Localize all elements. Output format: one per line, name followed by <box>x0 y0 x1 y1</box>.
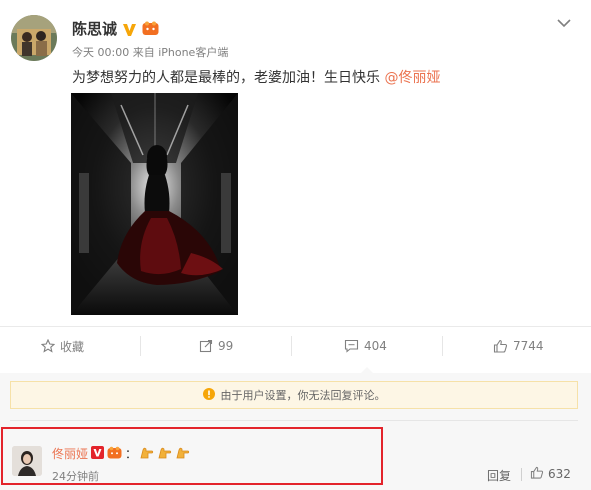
favorite-button[interactable]: 收藏 <box>41 333 84 359</box>
action-separator <box>291 336 292 356</box>
comment-button[interactable]: 404 <box>344 333 387 359</box>
comment-like-count: 632 <box>548 467 571 481</box>
weibo-post-card: 陈思诚 今天 00:00 来自 iPhone客户端 为梦想努力的人都是最棒的，老… <box>0 0 591 490</box>
comment-row: 佟丽娅 ： <box>52 444 194 463</box>
comment-colon: ： <box>125 447 138 461</box>
star-icon <box>41 339 55 353</box>
action-separator <box>140 336 141 356</box>
action-divider <box>0 326 591 327</box>
info-icon <box>202 387 215 403</box>
comment-action-separator <box>521 468 522 481</box>
member-badge-icon[interactable] <box>142 21 159 36</box>
author-avatar[interactable] <box>11 15 57 61</box>
post-text: 为梦想努力的人都是最棒的，老婆加油！生日快乐 @佟丽娅 <box>72 67 440 87</box>
like-button[interactable]: 7744 <box>493 333 544 359</box>
mention-link[interactable]: @佟丽娅 <box>384 70 440 86</box>
commenter-name[interactable]: 佟丽娅 <box>52 445 88 462</box>
favorite-label: 收藏 <box>60 339 85 354</box>
comment-time: 24分钟前 <box>52 470 99 483</box>
comment-icon <box>344 339 359 353</box>
vip-badge-icon[interactable] <box>122 22 137 36</box>
repost-button[interactable]: 99 <box>199 333 233 359</box>
comment-count: 404 <box>364 339 387 353</box>
thumbs-up-icon <box>493 339 508 353</box>
notice-text: 由于用户设置，你无法回复评论。 <box>220 389 386 402</box>
reply-restricted-notice: 由于用户设置，你无法回复评论。 <box>10 381 578 409</box>
repost-icon <box>199 339 213 353</box>
chevron-down-icon[interactable] <box>556 14 572 28</box>
commenter-avatar[interactable] <box>12 446 42 476</box>
author-name[interactable]: 陈思诚 <box>72 18 117 39</box>
vip-badge-icon[interactable] <box>91 445 105 462</box>
thumbs-up-icon <box>530 466 544 482</box>
like-count: 7744 <box>513 339 544 353</box>
author-row: 陈思诚 <box>72 18 159 39</box>
post-meta: 今天 00:00 来自 iPhone客户端 <box>72 46 229 59</box>
comment-like-button[interactable]: 632 <box>530 466 571 482</box>
action-bar: 收藏 99 404 7744 <box>0 333 591 359</box>
member-badge-icon[interactable] <box>107 446 122 462</box>
post-photo[interactable] <box>71 93 238 315</box>
notice-divider <box>10 420 578 421</box>
emoji-icon <box>140 444 194 463</box>
reply-button[interactable]: 回复 <box>487 467 511 484</box>
post-body: 为梦想努力的人都是最棒的，老婆加油！生日快乐 <box>72 70 385 86</box>
repost-count: 99 <box>218 339 234 353</box>
action-separator <box>442 336 443 356</box>
